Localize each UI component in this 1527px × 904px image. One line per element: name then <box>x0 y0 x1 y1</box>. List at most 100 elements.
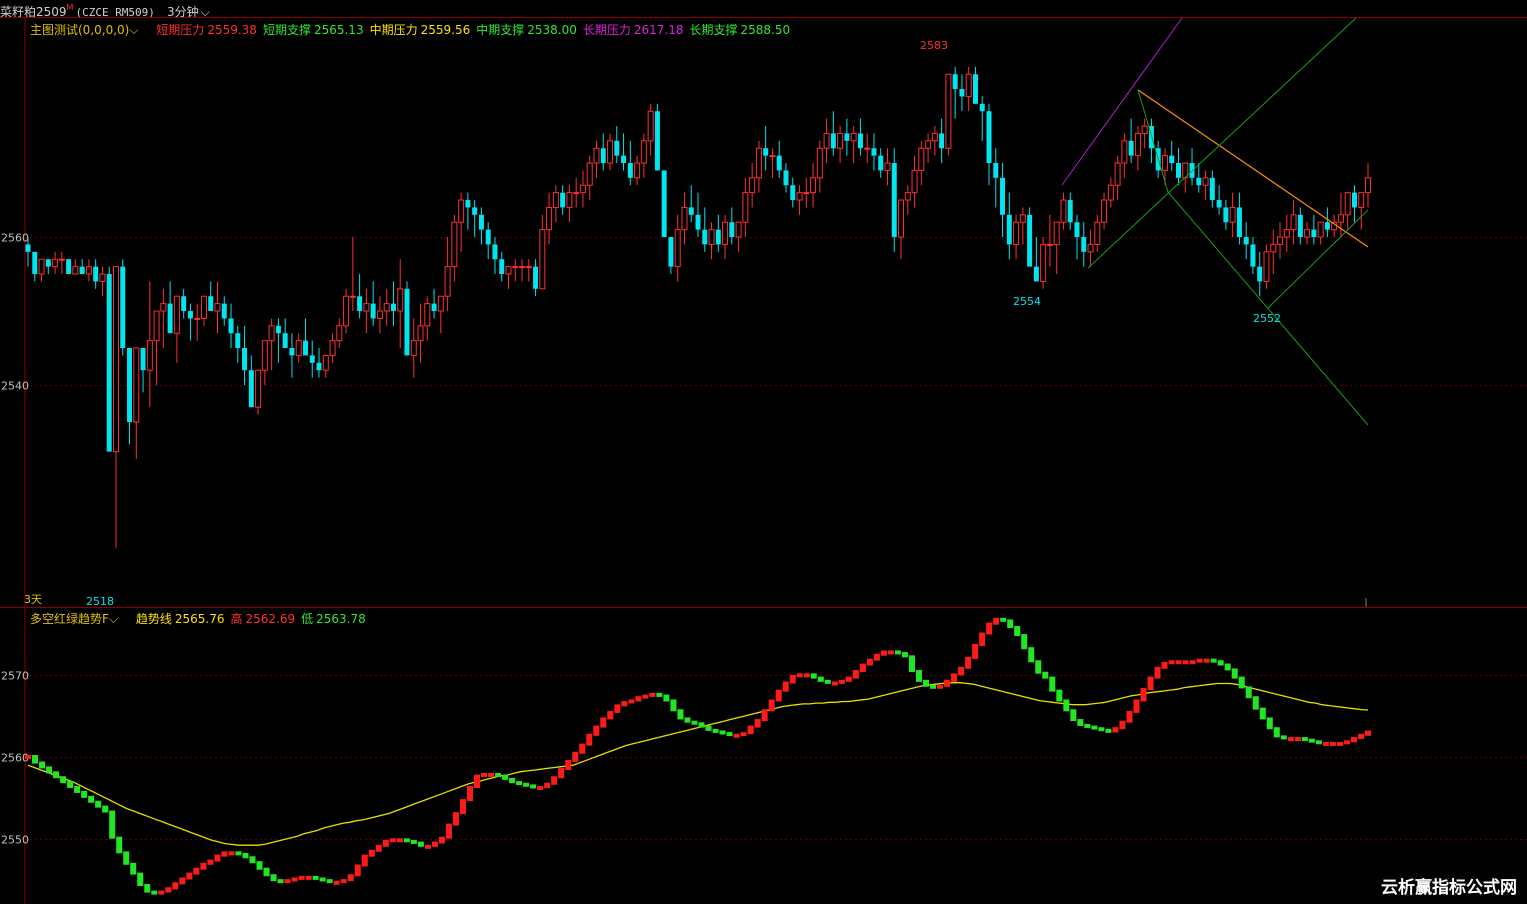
candle-body-up <box>898 199 905 238</box>
candle-body-up <box>904 192 911 201</box>
trend-block <box>537 786 544 791</box>
candle-body-down <box>492 244 498 260</box>
candle-body-up <box>133 347 140 423</box>
candle-body-up <box>1277 236 1284 245</box>
trend-block <box>845 676 852 682</box>
candle-body-down <box>32 251 38 275</box>
candle-body-up <box>1317 221 1324 238</box>
candle-body-down <box>1033 266 1039 282</box>
trend-block <box>488 772 495 777</box>
trend-block <box>1217 660 1224 666</box>
candle-body-up <box>437 295 444 312</box>
candle-body-up <box>349 295 356 298</box>
sub-axis-label: 2550 <box>1 834 29 847</box>
candle-body-up <box>816 147 823 179</box>
candle-body-up <box>1283 229 1290 238</box>
candle-body-up <box>397 288 404 312</box>
candle-body-down <box>282 333 288 349</box>
candle-body-down <box>302 340 308 356</box>
trend-block <box>172 882 179 890</box>
trend-block <box>1035 660 1042 674</box>
trend-block <box>705 725 712 731</box>
candle-body-up <box>1114 162 1121 186</box>
trend-block <box>635 696 642 702</box>
trend-block <box>1112 727 1119 733</box>
trend-block <box>193 867 200 875</box>
trend-block <box>95 800 102 808</box>
candle-body-down <box>221 303 227 319</box>
trend-block <box>382 839 389 847</box>
candle-body-up <box>573 192 580 195</box>
candle-body-down <box>316 362 322 371</box>
trend-block <box>1301 737 1308 742</box>
candle-body-down <box>790 185 796 201</box>
candle-body-up <box>214 303 221 312</box>
candle-body-down <box>1297 214 1303 238</box>
trend-block <box>326 879 333 884</box>
candle-body-down <box>127 348 133 423</box>
trend-block <box>186 872 193 880</box>
candle-body-up <box>1263 251 1270 282</box>
trend-block <box>1091 725 1098 730</box>
candle-body-up <box>579 184 586 194</box>
trend-block <box>866 658 873 666</box>
candle-body-up <box>1121 140 1128 164</box>
candle-body-down <box>654 111 660 171</box>
candle-body-up <box>1337 214 1344 223</box>
trend-block <box>1133 699 1140 713</box>
trend-block <box>565 759 572 771</box>
trend-block <box>60 776 67 784</box>
trend-block <box>880 650 887 656</box>
candle-body-down <box>242 348 248 371</box>
candle-body-up <box>634 162 641 179</box>
candle-body-up <box>1107 184 1114 201</box>
trend-block <box>593 725 600 736</box>
candle-body-down <box>1324 222 1330 230</box>
candle-body-up <box>884 162 891 171</box>
candle-body-down <box>404 288 410 356</box>
trend-block <box>270 874 277 882</box>
candle-body-up <box>52 258 59 268</box>
trend-block <box>979 632 986 646</box>
trend-block <box>1175 660 1182 665</box>
trend-block <box>67 781 74 789</box>
trend-block <box>544 782 551 789</box>
trend-block <box>1196 658 1203 663</box>
trend-block <box>1021 634 1028 650</box>
candle-body-down <box>627 163 633 178</box>
candle-body-up <box>451 221 458 268</box>
trend-block <box>712 728 719 733</box>
candle-body-down <box>248 370 254 408</box>
candle-body-down <box>972 74 978 104</box>
trend-block <box>600 717 607 728</box>
candle-body-up <box>519 266 526 269</box>
candle-body-up <box>708 229 715 245</box>
candle-body-down <box>783 170 789 186</box>
trend-block <box>768 699 775 712</box>
trend-block <box>1119 720 1126 730</box>
trend-block <box>25 755 31 759</box>
trend-block <box>417 841 424 847</box>
trend-block <box>873 653 880 661</box>
trend-block <box>1308 738 1315 743</box>
trend-block <box>340 879 347 884</box>
trend-block <box>1182 660 1189 665</box>
candle-body-up <box>742 192 749 223</box>
candle-body-down <box>235 333 241 349</box>
sub-axis-label: 2560 <box>1 752 29 765</box>
trend-block <box>614 704 621 713</box>
candle-body-down <box>25 244 31 252</box>
candle-body-down <box>1169 155 1175 164</box>
candle-body-down <box>763 148 769 156</box>
candle-body-down <box>1209 177 1215 201</box>
candle-body-up <box>424 303 431 327</box>
candle-body-down <box>187 311 193 319</box>
candle-body-up <box>566 192 573 208</box>
trend-block <box>852 670 859 679</box>
trend-block <box>1273 727 1280 738</box>
candle-body-down <box>939 133 945 149</box>
trend-block <box>558 768 565 779</box>
candle-body-up <box>1019 214 1026 223</box>
chart-canvas[interactable]: 2560 2540 2570 2560 2550 2583 2518 2554 2552 3天 <box>0 0 1527 904</box>
trend-block <box>1365 730 1371 736</box>
